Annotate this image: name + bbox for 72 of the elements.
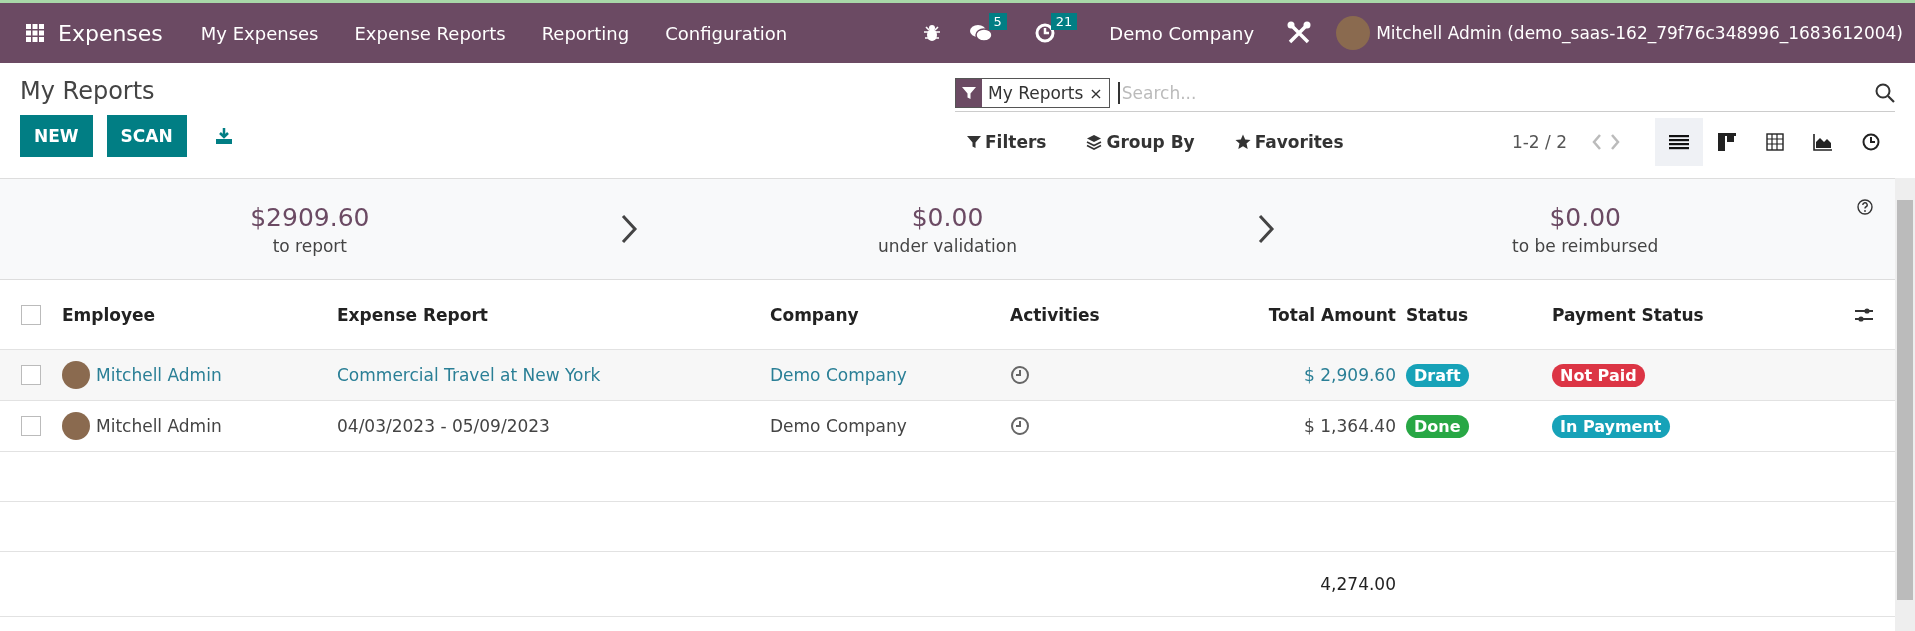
message-count-badge: 5 — [988, 13, 1007, 30]
clock-icon — [1862, 133, 1880, 151]
payment-status-badge: In Payment — [1552, 415, 1670, 438]
menu-item[interactable]: Configuration — [647, 22, 806, 44]
sliders-icon[interactable] — [1855, 306, 1873, 323]
help-icon[interactable] — [1857, 199, 1873, 215]
kanban-icon — [1718, 133, 1736, 151]
search-icon[interactable] — [1875, 83, 1895, 103]
filter-icon — [967, 135, 981, 149]
table-cell-text: $ 1,364.40 — [1303, 416, 1396, 436]
table-cell-text: Commercial Travel at New York — [337, 365, 602, 385]
app-name[interactable]: Expenses — [58, 20, 163, 46]
chat-icon[interactable] — [968, 23, 993, 43]
column-header[interactable]: Expense Report — [337, 304, 770, 325]
action-button[interactable]: NEW — [20, 115, 93, 157]
status-badge: Draft — [1406, 364, 1469, 387]
table-cell-text: Demo Company — [770, 365, 908, 385]
payment-status-badge: Not Paid — [1552, 364, 1645, 387]
row-checkbox[interactable] — [21, 416, 41, 436]
page-title: My Reports — [20, 77, 156, 105]
user-menu[interactable]: Mitchell Admin (demo_saas-162_79f76c348996_1683612004) — [1376, 23, 1903, 43]
company-switcher[interactable]: Demo Company — [1091, 22, 1273, 44]
summary-amount: $2909.60 — [250, 202, 370, 232]
table-cell-text: 04/03/2023 - 05/09/2023 — [337, 416, 551, 436]
column-header[interactable]: Activities — [1006, 304, 1166, 325]
menu-item[interactable]: Reporting — [523, 22, 648, 44]
table-cell-text: $ 2,909.60 — [1303, 365, 1396, 385]
app-menu-icon[interactable] — [26, 24, 44, 42]
row-checkbox[interactable] — [21, 365, 41, 385]
summary-amount: $0.00 — [1549, 202, 1621, 232]
employee-avatar — [62, 412, 90, 440]
view-switch-button[interactable] — [1655, 118, 1703, 166]
search-option-button[interactable]: Favorites — [1254, 132, 1344, 152]
summary-label: under validation — [878, 235, 1017, 256]
tools-icon[interactable] — [1286, 20, 1313, 46]
summary-amount: $0.00 — [911, 202, 984, 232]
activity-count-badge: 21 — [1050, 13, 1078, 30]
employee-avatar — [62, 361, 90, 389]
table-cell: Mitchell Admin — [96, 416, 222, 436]
area-chart-icon — [1813, 133, 1833, 151]
filter-facet-chip[interactable]: My Reports × — [955, 78, 1110, 108]
download-icon[interactable] — [214, 127, 233, 145]
search-option-button[interactable]: Group By — [1106, 132, 1195, 152]
table-cell: Mitchell Admin — [96, 365, 222, 385]
clock-icon[interactable] — [1010, 416, 1030, 436]
select-all-checkbox[interactable] — [21, 304, 41, 325]
column-header[interactable]: Total Amount — [1166, 304, 1396, 325]
summary-label: to report — [272, 235, 348, 256]
action-button[interactable]: SCAN — [106, 115, 187, 157]
bug-icon[interactable] — [922, 24, 941, 42]
search-option-button[interactable]: Filters — [985, 132, 1047, 152]
summary-label: to be reimbursed — [1512, 235, 1659, 256]
filter-facet: My Reports — [987, 83, 1085, 103]
column-header[interactable]: Payment Status — [1552, 304, 1855, 325]
chevron-right-icon — [1257, 213, 1276, 245]
column-header[interactable]: Employee — [62, 304, 337, 325]
list-icon — [1669, 134, 1689, 150]
menu-item[interactable]: Expense Reports — [336, 22, 524, 44]
chevron-right-icon — [619, 213, 638, 245]
remove-facet-button[interactable]: × — [1089, 83, 1109, 103]
star-icon — [1234, 134, 1251, 150]
menu-item[interactable]: My Expenses — [182, 22, 337, 44]
clock-icon[interactable] — [1010, 365, 1030, 385]
table-icon — [1766, 133, 1784, 151]
column-header[interactable]: Company — [770, 304, 1006, 325]
filter-icon — [962, 86, 976, 100]
status-badge: Done — [1406, 415, 1469, 438]
table-cell-text: Demo Company — [770, 416, 908, 436]
pager-value[interactable]: 1-2 / 2 — [1511, 132, 1567, 152]
layers-icon — [1086, 134, 1103, 150]
column-header[interactable]: Status — [1396, 304, 1552, 325]
total-sum: 4,274.00 — [1319, 574, 1396, 594]
